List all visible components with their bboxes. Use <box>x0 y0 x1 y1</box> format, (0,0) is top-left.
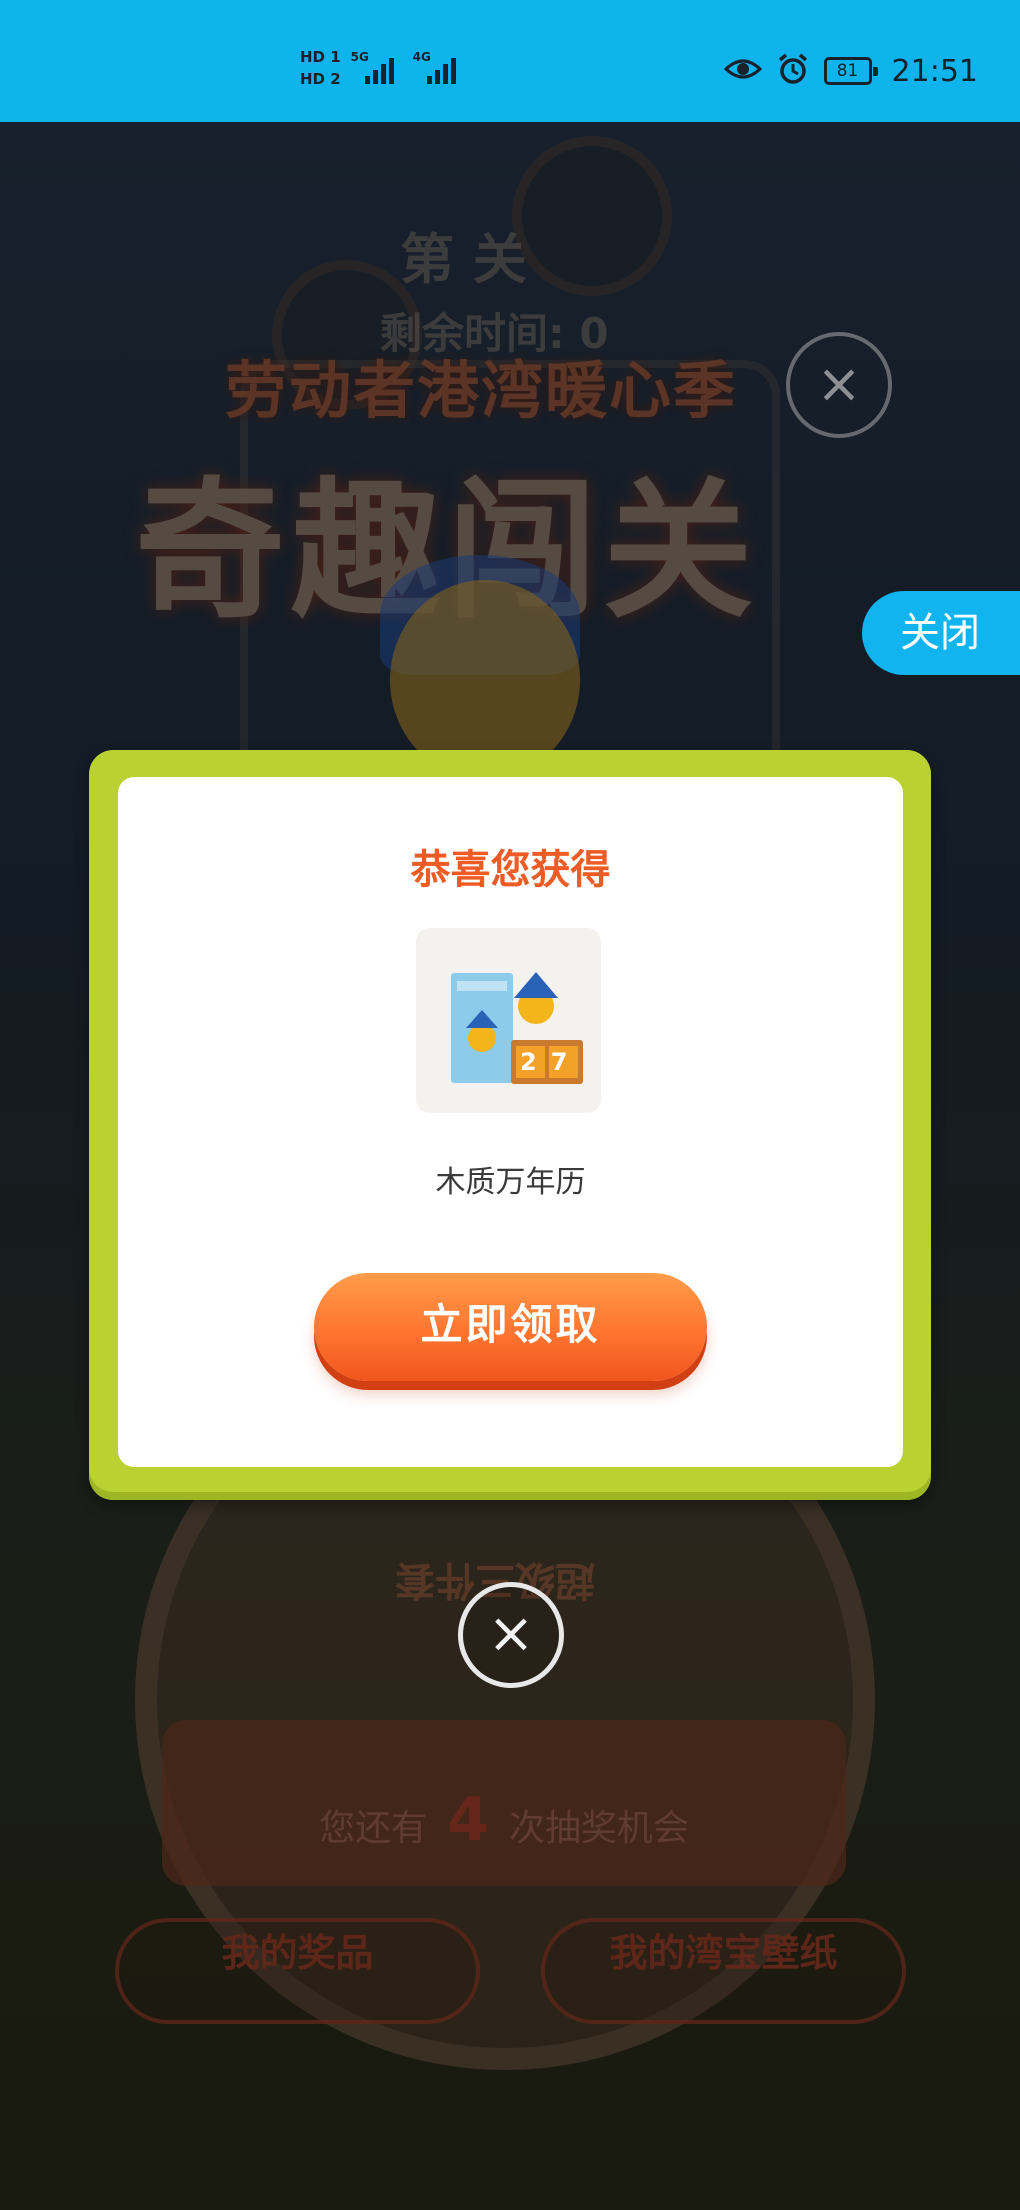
hd2-label: HD 2 <box>300 70 341 88</box>
signal-5g-icon: 5G <box>351 46 403 90</box>
modal-close-icon[interactable]: × <box>458 1582 564 1688</box>
clock: 21:51 <box>891 53 978 89</box>
alarm-icon <box>776 52 810 90</box>
close-icon[interactable]: × <box>786 332 892 438</box>
prize-image-digits: 27 <box>520 1048 582 1076</box>
side-close-button[interactable]: 关闭 <box>862 591 1020 675</box>
prize-name: 木质万年历 <box>435 1165 586 1200</box>
signal-4g-icon: 4G <box>413 46 465 90</box>
hd-indicators: HD 1 HD 2 <box>300 48 341 88</box>
eye-icon <box>723 57 762 85</box>
hd1-label: HD 1 <box>300 48 341 66</box>
status-icons: 81 21:51 <box>723 52 978 90</box>
claim-button[interactable]: 立即领取 <box>314 1273 707 1381</box>
status-bar: HD 1 HD 2 5G 4G 81 21:51 <box>0 0 1020 122</box>
signal-group: HD 1 HD 2 5G 4G <box>300 46 465 90</box>
modal-title: 恭喜您获得 <box>410 847 611 893</box>
prize-image: 27 <box>416 928 601 1113</box>
battery-icon: 81 <box>823 57 878 85</box>
battery-level: 81 <box>836 61 859 81</box>
